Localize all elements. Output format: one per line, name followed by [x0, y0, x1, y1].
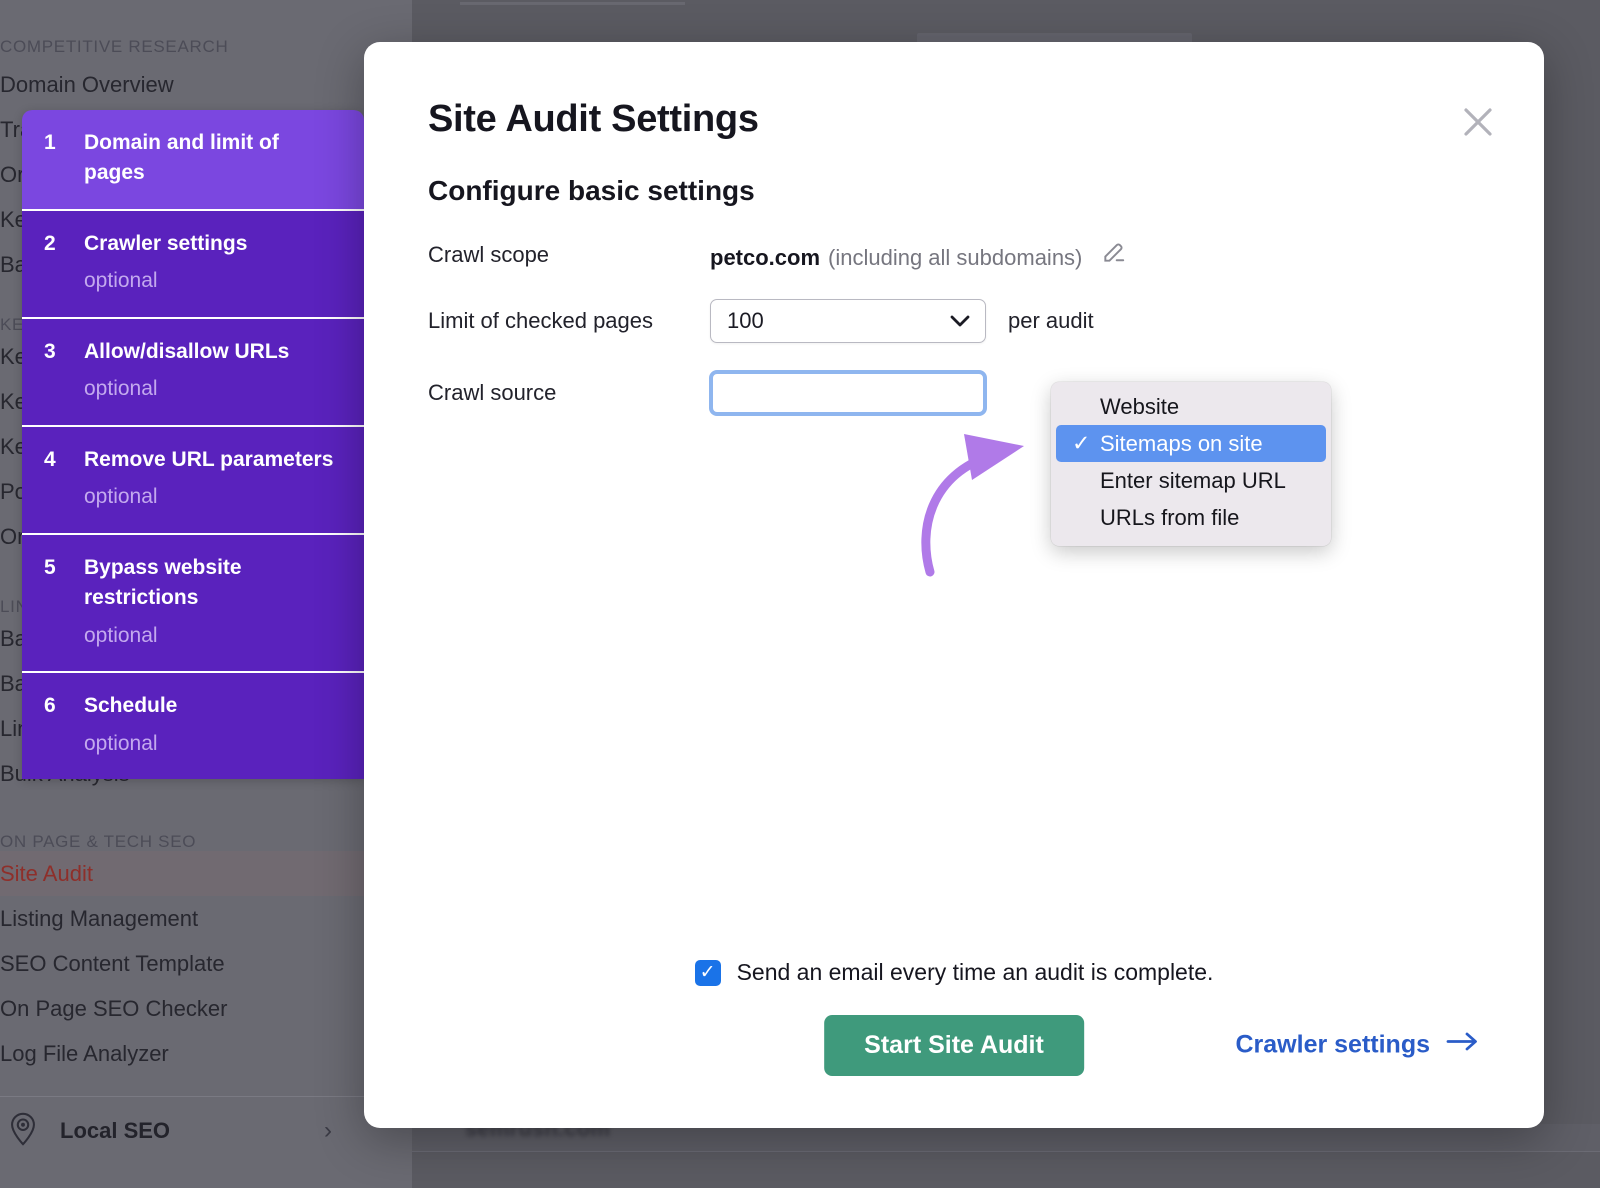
sidebar-item-local-seo-label: Local SEO: [60, 1118, 170, 1144]
sidebar-item-seo-content-template[interactable]: SEO Content Template: [0, 941, 380, 986]
site-audit-settings-modal: Site Audit Settings Configure basic sett…: [364, 42, 1544, 1128]
dropdown-option-enter-sitemap-url[interactable]: Enter sitemap URL: [1056, 462, 1326, 499]
email-notice-checkbox[interactable]: ✓: [695, 960, 721, 986]
sidebar-item-domain-overview[interactable]: Domain Overview: [0, 62, 380, 107]
dropdown-option-website[interactable]: Website: [1056, 388, 1326, 425]
sidebar-item-local-seo[interactable]: Local SEO ›: [0, 1105, 380, 1157]
step-item-1[interactable]: 1 Domain and limit of pages: [22, 110, 364, 211]
crawler-settings-link-label: Crawler settings: [1235, 1031, 1430, 1060]
step-body: Crawler settings optional: [84, 229, 342, 297]
crawl-source-select[interactable]: Sitemaps on site: [710, 371, 986, 415]
step-optional-label: optional: [84, 728, 342, 760]
crawl-scope-row: Crawl scope petco.com (including all subd…: [428, 239, 1480, 271]
limit-pages-label: Limit of checked pages: [428, 308, 710, 334]
crawl-scope-domain: petco.com: [710, 245, 820, 270]
dropdown-option-sitemaps-on-site[interactable]: ✓ Sitemaps on site: [1056, 425, 1326, 462]
step-title: Domain and limit of pages: [84, 128, 342, 189]
background-bottom-divider: [412, 1151, 1600, 1152]
sidebar-item-label: Log File Analyzer: [0, 1043, 169, 1065]
step-item-6[interactable]: 6 Schedule optional: [22, 673, 364, 779]
modal-footer: ✓ Send an email every time an audit is c…: [428, 959, 1480, 1076]
dropdown-option-label: URLs from file: [1100, 505, 1239, 531]
location-pin-icon: [8, 1112, 38, 1151]
step-title: Allow/disallow URLs: [84, 337, 342, 367]
email-notice-row: ✓ Send an email every time an audit is c…: [428, 959, 1480, 986]
limit-pages-suffix: per audit: [1008, 308, 1094, 334]
sidebar-item-label: SEO Content Template: [0, 953, 225, 975]
step-title: Remove URL parameters: [84, 445, 342, 475]
crawl-source-dropdown-menu[interactable]: Website ✓ Sitemaps on site Enter sitemap UR…: [1051, 382, 1331, 546]
modal-actions: Start Site Audit Crawler settings: [428, 1014, 1480, 1076]
checkmark-icon: ✓: [700, 963, 716, 982]
step-optional-label: optional: [84, 265, 342, 297]
start-site-audit-button[interactable]: Start Site Audit: [824, 1015, 1084, 1076]
modal-body: Site Audit Settings Configure basic sett…: [364, 42, 1544, 1128]
limit-pages-value: 100: [727, 308, 764, 334]
sidebar-item-label: Listing Management: [0, 908, 198, 930]
step-body: Bypass website restrictions optional: [84, 553, 342, 651]
dropdown-option-label: Enter sitemap URL: [1100, 468, 1286, 494]
sidebar-item-label: Domain Overview: [0, 74, 174, 96]
sidebar-divider: [0, 1096, 380, 1097]
step-item-5[interactable]: 5 Bypass website restrictions optional: [22, 535, 364, 673]
sidebar-item-site-audit[interactable]: Site Audit: [0, 851, 380, 896]
crawl-scope-value: petco.com (including all subdomains): [710, 239, 1127, 271]
crawl-scope-note: (including all subdomains): [828, 245, 1082, 270]
step-number: 1: [44, 128, 62, 158]
section-subtitle: Configure basic settings: [428, 175, 1480, 207]
sidebar-item-on-page-seo-checker[interactable]: On Page SEO Checker: [0, 986, 380, 1031]
checkmark-icon: ✓: [1072, 430, 1090, 456]
sidebar-item-listing-management[interactable]: Listing Management: [0, 896, 380, 941]
crawl-source-label: Crawl source: [428, 380, 710, 406]
step-number: 6: [44, 691, 62, 721]
dropdown-option-label: Sitemaps on site: [1100, 431, 1263, 457]
crawler-settings-link[interactable]: Crawler settings: [1235, 1031, 1480, 1060]
step-title: Crawler settings: [84, 229, 342, 259]
dropdown-option-label: Website: [1100, 394, 1179, 420]
sidebar-item-label: Site Audit: [0, 863, 93, 885]
step-item-3[interactable]: 3 Allow/disallow URLs optional: [22, 319, 364, 427]
crawl-scope-label: Crawl scope: [428, 242, 710, 268]
step-item-4[interactable]: 4 Remove URL parameters optional: [22, 427, 364, 535]
step-optional-label: optional: [84, 373, 342, 405]
step-body: Remove URL parameters optional: [84, 445, 342, 513]
email-notice-label: Send an email every time an audit is com…: [737, 959, 1214, 986]
sidebar-section-label: COMPETITIVE RESEARCH: [0, 37, 228, 57]
chevron-down-icon: [949, 308, 971, 334]
step-optional-label: optional: [84, 481, 342, 513]
page-title: Site Audit Settings: [428, 98, 1480, 141]
step-number: 2: [44, 229, 62, 259]
site-audit-steps-overlay: 1 Domain and limit of pages 2 Crawler setti…: [22, 110, 364, 779]
step-number: 3: [44, 337, 62, 367]
pencil-edit-icon[interactable]: [1101, 239, 1127, 265]
step-number: 5: [44, 553, 62, 583]
dropdown-option-urls-from-file[interactable]: URLs from file: [1056, 499, 1326, 536]
step-body: Allow/disallow URLs optional: [84, 337, 342, 405]
chevron-right-icon: ›: [324, 1117, 332, 1145]
step-number: 4: [44, 445, 62, 475]
screen: semrush.com COMPETITIVE RESEARCHDomain O…: [0, 0, 1600, 1188]
step-title: Bypass website restrictions: [84, 553, 342, 614]
background-top-line: [460, 2, 685, 5]
sidebar-section-label: ON PAGE & TECH SEO: [0, 832, 196, 852]
step-title: Schedule: [84, 691, 342, 721]
sidebar-item-label: On Page SEO Checker: [0, 998, 227, 1020]
arrow-right-icon: [1446, 1031, 1480, 1060]
step-item-2[interactable]: 2 Crawler settings optional: [22, 211, 364, 319]
step-body: Schedule optional: [84, 691, 342, 759]
step-optional-label: optional: [84, 620, 342, 652]
step-body: Domain and limit of pages: [84, 128, 342, 189]
limit-pages-row: Limit of checked pages 100 per audit: [428, 299, 1480, 343]
sidebar-item-log-file-analyzer[interactable]: Log File Analyzer: [0, 1031, 380, 1076]
limit-pages-select[interactable]: 100: [710, 299, 986, 343]
